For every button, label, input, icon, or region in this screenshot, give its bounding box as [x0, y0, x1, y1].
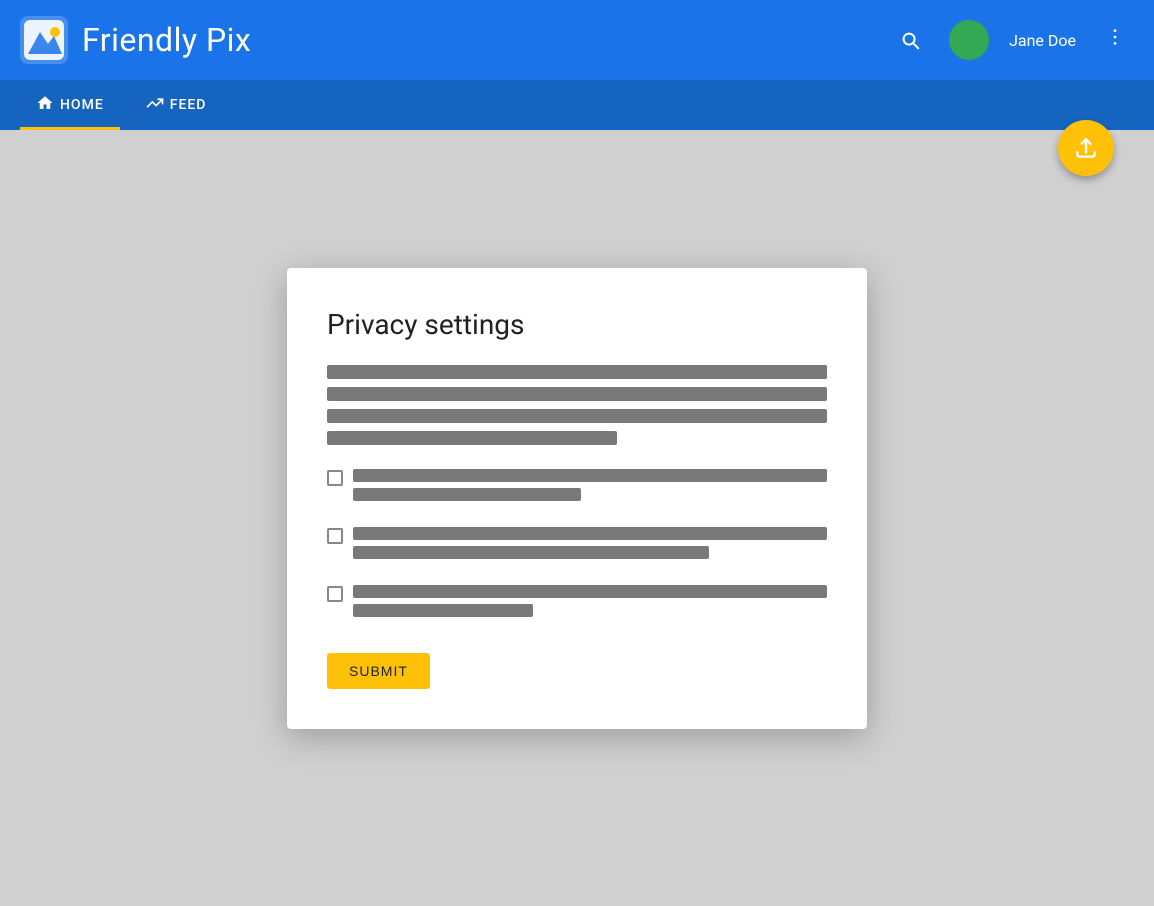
header: Friendly Pix Jane Doe	[0, 0, 1154, 80]
nav-feed[interactable]: FEED	[130, 80, 223, 130]
main-content: Privacy settings	[0, 130, 1154, 906]
navbar: HOME FEED	[0, 80, 1154, 130]
home-label: HOME	[60, 97, 104, 113]
home-icon	[36, 94, 54, 117]
cb1-line-1	[353, 469, 827, 482]
search-icon[interactable]	[891, 21, 929, 59]
submit-button[interactable]: SUBMIT	[327, 653, 430, 689]
header-right: Jane Doe	[891, 18, 1134, 62]
header-left: Friendly Pix	[20, 16, 251, 64]
checkbox-group-3	[327, 585, 827, 623]
nav-home[interactable]: HOME	[20, 80, 120, 130]
dialog-title: Privacy settings	[327, 308, 827, 341]
cb2-line-2	[353, 546, 709, 559]
user-name: Jane Doe	[1009, 31, 1076, 50]
cb2-line-1	[353, 527, 827, 540]
checkbox-1-text	[353, 469, 827, 507]
checkbox-2[interactable]	[327, 528, 343, 544]
feed-label: FEED	[170, 97, 207, 113]
checkbox-group-2	[327, 527, 827, 565]
checkbox-row-3	[327, 585, 827, 623]
checkbox-row-1	[327, 469, 827, 507]
cb3-line-1	[353, 585, 827, 598]
checkbox-1[interactable]	[327, 470, 343, 486]
feed-icon	[146, 94, 164, 117]
checkbox-3-text	[353, 585, 827, 623]
app-title: Friendly Pix	[82, 21, 251, 59]
desc-line-1	[327, 365, 827, 379]
cb3-line-2	[353, 604, 533, 617]
checkbox-2-text	[353, 527, 827, 565]
desc-line-4	[327, 431, 617, 445]
checkbox-row-2	[327, 527, 827, 565]
upload-fab[interactable]	[1058, 120, 1114, 176]
checkbox-group-1	[327, 469, 827, 507]
cb1-line-2	[353, 488, 581, 501]
avatar[interactable]	[949, 20, 989, 60]
desc-line-2	[327, 387, 827, 401]
desc-line-3	[327, 409, 827, 423]
privacy-dialog: Privacy settings	[287, 268, 867, 729]
more-options-icon[interactable]	[1096, 18, 1134, 62]
logo-icon	[20, 16, 68, 64]
checkbox-3[interactable]	[327, 586, 343, 602]
description-block	[327, 365, 827, 445]
